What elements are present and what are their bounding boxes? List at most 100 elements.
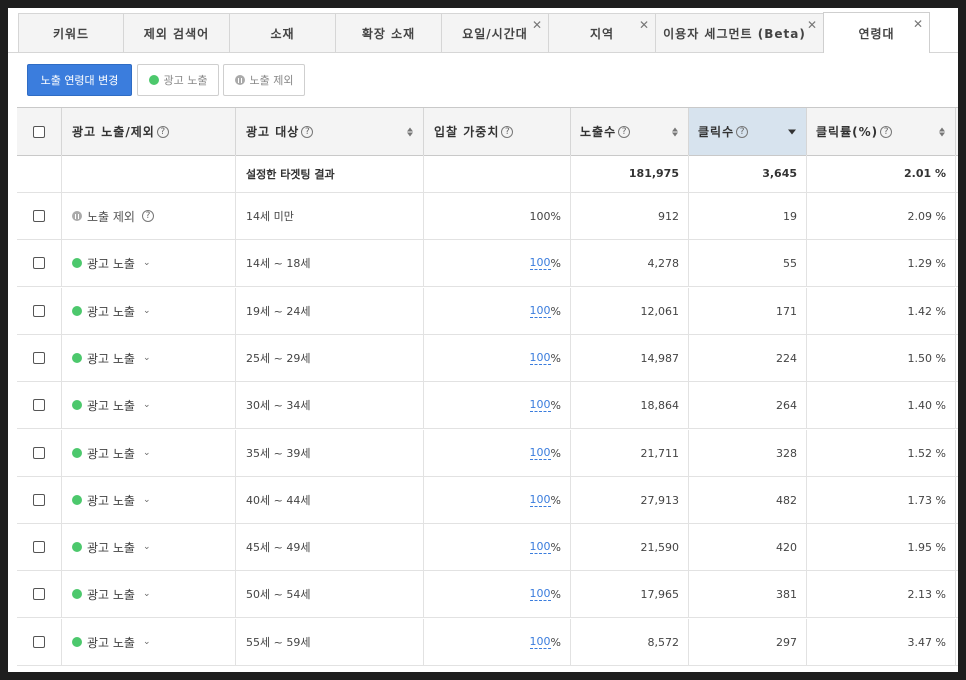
status-toggle[interactable]: 광고 노출 ⌄	[72, 445, 151, 462]
row-checkbox[interactable]	[33, 494, 45, 506]
bid-weight-cell: 100%	[424, 477, 571, 523]
row-checkbox[interactable]	[33, 399, 45, 411]
help-icon[interactable]: ?	[141, 210, 154, 222]
target-cell: 50세 ~ 54세	[236, 571, 424, 617]
empty-cell	[62, 155, 236, 192]
select-all-checkbox[interactable]	[33, 125, 45, 138]
help-icon[interactable]: ?	[501, 125, 514, 138]
row-checkbox[interactable]	[33, 210, 45, 222]
impressions-cell: 912	[571, 193, 689, 239]
chevron-down-icon[interactable]: ⌄	[143, 495, 151, 505]
show-ads-button[interactable]: 광고 노출	[137, 64, 219, 96]
target-cell: 14세 미만	[236, 193, 424, 239]
ctr-cell: 1.29 %	[807, 240, 956, 286]
chevron-down-icon[interactable]: ⌄	[143, 306, 151, 316]
header-impressions[interactable]: 노출수?	[571, 108, 689, 155]
row-checkbox[interactable]	[33, 588, 45, 600]
status-label: 광고 노출	[87, 398, 135, 413]
clicks-cell: 224	[689, 335, 807, 381]
status-toggle[interactable]: 광고 노출 ⌄	[72, 303, 151, 320]
table-row: 광고 노출 ⌄ 30세 ~ 34세 100% 18,864 264 1.40 %	[17, 382, 958, 429]
clicks-cell: 19	[689, 193, 807, 239]
button-label: 노출 제외	[249, 74, 294, 87]
close-icon[interactable]: ✕	[639, 19, 650, 31]
tab-user-segment[interactable]: 이용자 세그먼트 (Beta) ✕	[655, 13, 824, 52]
percent-suffix: %	[550, 587, 561, 601]
close-icon[interactable]: ✕	[532, 19, 543, 31]
chevron-down-icon[interactable]: ⌄	[143, 448, 151, 458]
tab-keyword[interactable]: 키워드	[18, 13, 124, 52]
sort-icon[interactable]	[939, 127, 945, 136]
status-toggle[interactable]: 노출 제외?	[72, 208, 154, 225]
chevron-down-icon[interactable]: ⌄	[143, 542, 151, 552]
tab-region[interactable]: 지역 ✕	[548, 13, 656, 52]
header-bid-weight: 입찰 가중치?	[424, 108, 571, 155]
chevron-down-icon[interactable]: ⌄	[143, 353, 151, 363]
bid-weight-link[interactable]: 100	[529, 635, 551, 649]
status-toggle[interactable]: 광고 노출 ⌄	[72, 586, 151, 603]
header-label: 노출수	[580, 125, 617, 139]
help-icon[interactable]: ?	[618, 125, 631, 138]
bid-weight-link[interactable]: 100	[529, 446, 551, 460]
help-icon[interactable]: ?	[880, 125, 893, 138]
row-checkbox[interactable]	[33, 636, 45, 648]
status-label: 광고 노출	[87, 351, 135, 366]
ctr-cell: 1.73 %	[807, 477, 956, 523]
header-ctr[interactable]: 클릭률(%)?	[807, 108, 956, 155]
header-clicks[interactable]: 클릭수?	[689, 108, 807, 155]
exclude-button[interactable]: 노출 제외	[223, 64, 305, 96]
bid-weight-cell: 100%	[424, 288, 571, 334]
tab-extension-creative[interactable]: 확장 소재	[335, 13, 442, 52]
impressions-cell: 4,278	[571, 240, 689, 286]
impressions-cell: 27,913	[571, 477, 689, 523]
ctr-cell: 3.47 %	[807, 619, 956, 665]
sort-icon[interactable]	[672, 127, 678, 136]
tab-creative[interactable]: 소재	[229, 13, 336, 52]
help-icon[interactable]: ?	[736, 125, 749, 138]
pause-icon	[72, 211, 82, 221]
bid-weight-link[interactable]: 100	[529, 493, 551, 507]
close-icon[interactable]: ✕	[913, 18, 924, 30]
bid-weight-link[interactable]: 100	[529, 256, 551, 270]
help-icon[interactable]: ?	[301, 125, 314, 138]
status-toggle[interactable]: 광고 노출 ⌄	[72, 492, 151, 509]
status-toggle[interactable]: 광고 노출 ⌄	[72, 539, 151, 556]
row-checkbox[interactable]	[33, 305, 45, 317]
status-label: 광고 노출	[87, 587, 135, 602]
bid-weight-link[interactable]: 100	[529, 398, 551, 412]
chevron-down-icon[interactable]: ⌄	[143, 589, 151, 599]
change-age-group-button[interactable]: 노출 연령대 변경	[27, 64, 132, 96]
header-label: 광고 대상	[246, 125, 300, 139]
close-icon[interactable]: ✕	[807, 19, 818, 31]
chevron-down-icon[interactable]: ⌄	[143, 258, 151, 268]
sort-icon[interactable]	[407, 127, 413, 136]
bid-weight-value: 100%	[529, 209, 561, 223]
bid-weight-link[interactable]: 100	[529, 587, 551, 601]
table-row: 광고 노출 ⌄ 40세 ~ 44세 100% 27,913 482 1.73 %	[17, 477, 958, 524]
status-toggle[interactable]: 광고 노출 ⌄	[72, 634, 151, 651]
status-toggle[interactable]: 광고 노출 ⌄	[72, 397, 151, 414]
status-cell: 광고 노출 ⌄	[62, 477, 236, 523]
chevron-down-icon[interactable]: ⌄	[143, 400, 151, 410]
header-target[interactable]: 광고 대상?	[236, 108, 424, 155]
button-label: 노출 연령대 변경	[40, 74, 119, 87]
sort-desc-icon[interactable]	[788, 129, 796, 134]
bid-weight-link[interactable]: 100	[529, 351, 551, 365]
tab-excluded-keywords[interactable]: 제외 검색어	[123, 13, 230, 52]
help-icon[interactable]: ?	[156, 125, 169, 138]
table-header: 광고 노출/제외? 광고 대상? 입찰 가중치? 노출수? 클릭수? 클릭률(%…	[17, 107, 958, 156]
chevron-down-icon[interactable]: ⌄	[143, 637, 151, 647]
row-checkbox[interactable]	[33, 541, 45, 553]
tab-day-time[interactable]: 요일/시간대 ✕	[441, 13, 549, 52]
row-checkbox[interactable]	[33, 352, 45, 364]
status-toggle[interactable]: 광고 노출 ⌄	[72, 350, 151, 367]
status-toggle[interactable]: 광고 노출 ⌄	[72, 255, 151, 272]
row-checkbox[interactable]	[33, 257, 45, 269]
tab-age-group[interactable]: 연령대 ✕	[823, 12, 930, 53]
bid-weight-link[interactable]: 100	[529, 540, 551, 554]
app-frame: 키워드 제외 검색어 소재 확장 소재 요일/시간대 ✕ 지역 ✕ 이용자 세그먼트…	[8, 8, 958, 672]
bid-weight-link[interactable]: 100	[529, 304, 551, 318]
row-checkbox[interactable]	[33, 447, 45, 459]
target-cell: 55세 ~ 59세	[236, 619, 424, 665]
clicks-cell: 55	[689, 240, 807, 286]
